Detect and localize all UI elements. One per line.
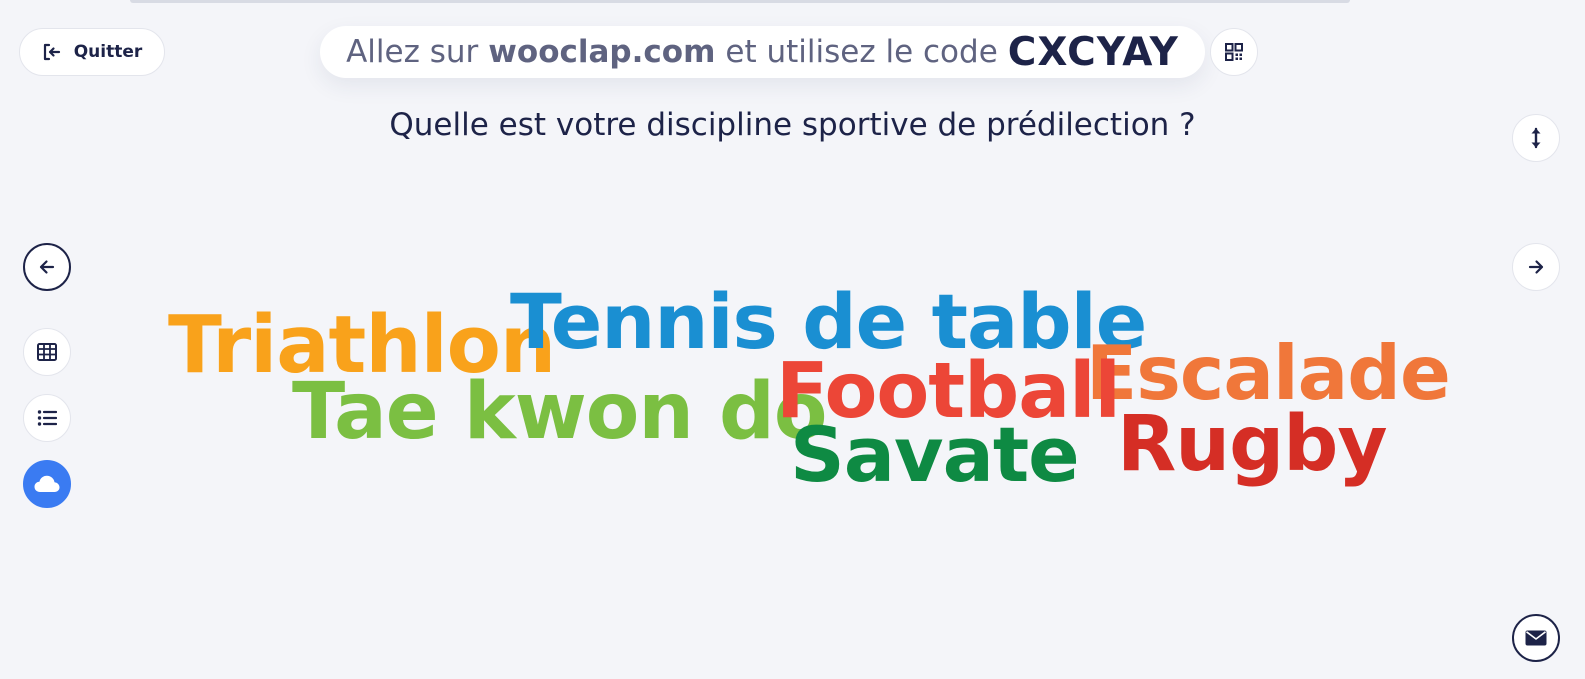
word-cloud-entry: Rugby (1117, 400, 1388, 489)
word-cloud-entry: Tae kwon do (292, 367, 827, 457)
message-button[interactable] (1512, 614, 1560, 662)
word-cloud-entry: Savate (790, 410, 1080, 499)
envelope-icon (1525, 630, 1547, 646)
word-cloud: Triathlon Tennis de table Escalade Tae k… (0, 0, 1585, 679)
